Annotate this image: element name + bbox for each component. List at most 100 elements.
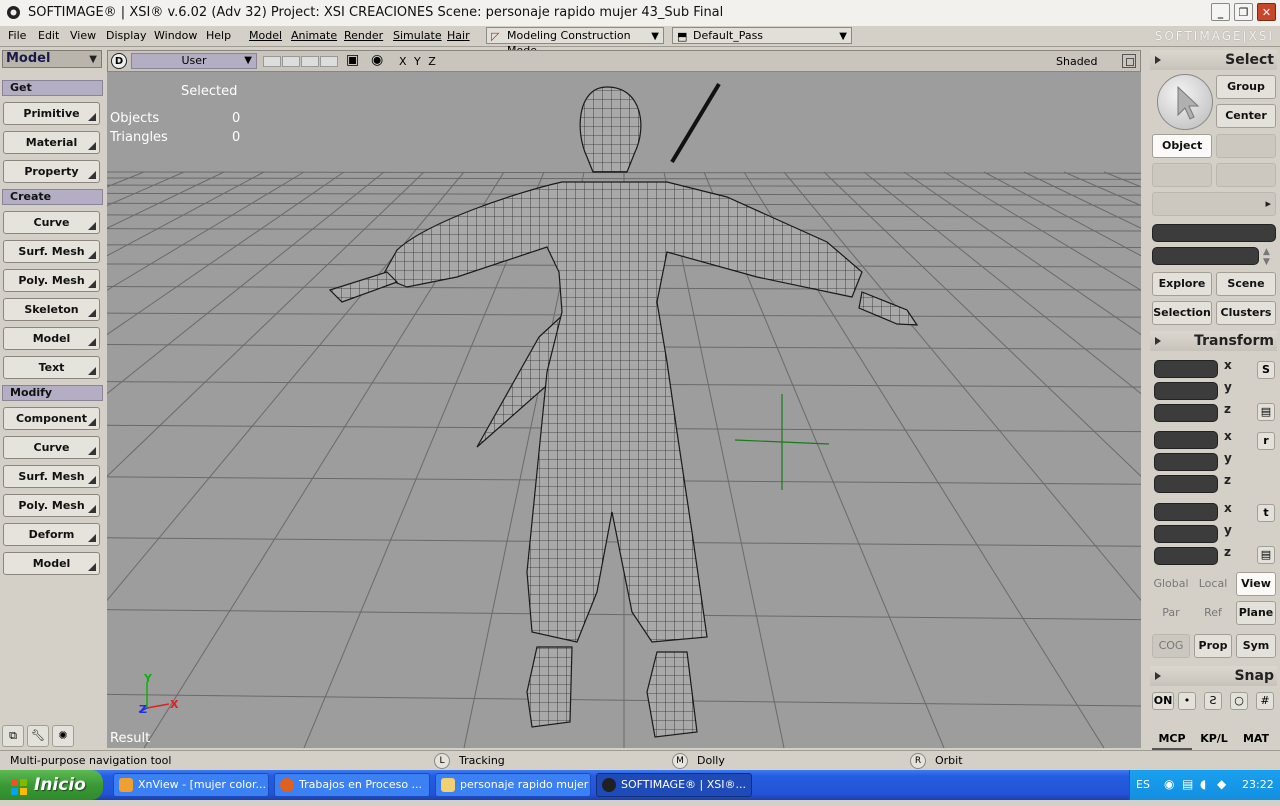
camera-dropdown[interactable]: User ▼	[131, 53, 257, 69]
snap-on-toggle[interactable]: ON	[1152, 692, 1174, 710]
select-tool-button[interactable]	[1157, 74, 1213, 130]
rotate-mode-button[interactable]: r	[1257, 432, 1275, 450]
palette-tab-button[interactable]: ⧉	[2, 725, 24, 747]
object-filter-button[interactable]: Object	[1152, 134, 1212, 158]
viewport-letter-d-button[interactable]: D	[111, 53, 127, 69]
taskbar-item-firefox[interactable]: Trabajos en Proceso ...	[274, 773, 430, 797]
close-button[interactable]: ✕	[1257, 3, 1276, 21]
security-icon[interactable]: ◆	[1217, 777, 1226, 791]
modify-surf-mesh-button[interactable]: Surf. Mesh	[3, 465, 100, 488]
translate-y-field[interactable]	[1154, 525, 1218, 543]
xyz-axis-toggle[interactable]: X Y Z	[399, 55, 438, 68]
empty-filter-button[interactable]	[1216, 163, 1276, 187]
scale-z-axis-label[interactable]: z	[1224, 402, 1231, 416]
get-property-button[interactable]: Property	[3, 160, 100, 183]
clusters-button[interactable]: Clusters	[1216, 301, 1276, 325]
selection-button[interactable]: Selection	[1152, 301, 1212, 325]
toolbar-mode-dropdown[interactable]: Model ▼	[2, 50, 102, 68]
center-button[interactable]: Center	[1216, 104, 1276, 128]
snap-surface-button[interactable]: ○	[1230, 692, 1248, 710]
scale-mode-button[interactable]: S	[1257, 361, 1275, 379]
rotate-z-axis-label[interactable]: z	[1224, 473, 1231, 487]
render-pass-dropdown[interactable]: ⬒ Default_Pass ▼	[672, 27, 852, 44]
rotate-x-axis-label[interactable]: x	[1224, 429, 1232, 443]
translate-mode-button[interactable]: t	[1257, 504, 1275, 522]
create-curve-button[interactable]: Curve	[3, 211, 100, 234]
scale-x-axis-label[interactable]: x	[1224, 358, 1232, 372]
get-material-button[interactable]: Material	[3, 131, 100, 154]
mat-tab[interactable]: MAT	[1236, 730, 1276, 748]
taskbar-item-xnview[interactable]: XnView - [mujer color...	[113, 773, 269, 797]
network-icon[interactable]: ▤	[1182, 777, 1193, 791]
kpl-tab[interactable]: KP/L	[1194, 730, 1234, 748]
menu-view[interactable]: View	[70, 29, 96, 42]
maximize-viewport-button[interactable]	[1122, 54, 1136, 68]
rotate-z-field[interactable]	[1154, 475, 1218, 493]
explore-button[interactable]: Explore	[1152, 272, 1212, 296]
spin-arrows-icon[interactable]: ▲ ▼	[1263, 247, 1270, 267]
sym-button[interactable]: Sym	[1236, 634, 1276, 658]
translate-x-field[interactable]	[1154, 503, 1218, 521]
camera-icon[interactable]: ▣	[346, 52, 359, 68]
scale-x-field[interactable]	[1154, 360, 1218, 378]
menu-hair[interactable]: Hair	[447, 29, 470, 42]
create-text-button[interactable]: Text	[3, 356, 100, 379]
volume-icon[interactable]: ◖	[1200, 777, 1206, 791]
rotate-y-axis-label[interactable]: y	[1224, 451, 1232, 465]
start-button[interactable]: Inicio	[0, 770, 103, 800]
translate-lock-button[interactable]: ▤	[1257, 546, 1275, 564]
empty-filter-button[interactable]	[1152, 163, 1212, 187]
view-button[interactable]: View	[1236, 572, 1276, 596]
snap-panel-header[interactable]: Snap	[1150, 666, 1277, 686]
create-skeleton-button[interactable]: Skeleton	[3, 298, 100, 321]
snap-curves-button[interactable]: Ƨ	[1204, 692, 1222, 710]
tray-icon[interactable]: ◉	[1164, 777, 1174, 791]
view-slot-button[interactable]	[282, 56, 300, 67]
transform-panel-header[interactable]: Transform	[1150, 331, 1277, 351]
tools-tab-button[interactable]: 🔧︎	[27, 725, 49, 747]
scale-z-field[interactable]	[1154, 404, 1218, 422]
menu-file[interactable]: File	[8, 29, 26, 42]
view-slot-button[interactable]	[301, 56, 319, 67]
view-slot-button[interactable]	[320, 56, 338, 67]
translate-x-axis-label[interactable]: x	[1224, 501, 1232, 515]
menu-window[interactable]: Window	[154, 29, 197, 42]
scene-button[interactable]: Scene	[1216, 272, 1276, 296]
rotate-y-field[interactable]	[1154, 453, 1218, 471]
empty-filter-button[interactable]	[1216, 134, 1276, 158]
par-button[interactable]: Par	[1152, 601, 1190, 625]
modify-model-button[interactable]: Model	[3, 552, 100, 575]
get-primitive-button[interactable]: Primitive	[3, 102, 100, 125]
menu-help[interactable]: Help	[206, 29, 231, 42]
selection-text-field[interactable]	[1152, 247, 1259, 265]
modify-curve-button[interactable]: Curve	[3, 436, 100, 459]
minimize-button[interactable]: _	[1211, 3, 1230, 21]
selection-name-field[interactable]	[1152, 224, 1276, 242]
title-bar[interactable]: SOFTIMAGE® | XSI® v.6.02 (Adv 32) Projec…	[0, 0, 1280, 27]
menu-simulate[interactable]: Simulate	[393, 29, 442, 42]
maximize-button[interactable]: ❐	[1234, 3, 1253, 21]
modify-poly-mesh-button[interactable]: Poly. Mesh	[3, 494, 100, 517]
scale-y-field[interactable]	[1154, 382, 1218, 400]
menu-display[interactable]: Display	[106, 29, 147, 42]
translate-y-axis-label[interactable]: y	[1224, 523, 1232, 537]
taskbar-item-folder[interactable]: personaje rapido mujer	[435, 773, 591, 797]
snap-grid-button[interactable]: #	[1256, 692, 1274, 710]
view-slot-button[interactable]	[263, 56, 281, 67]
menu-edit[interactable]: Edit	[38, 29, 59, 42]
mcp-tab[interactable]: MCP	[1152, 730, 1192, 750]
scale-lock-button[interactable]: ▤	[1257, 403, 1275, 421]
menu-render[interactable]: Render	[344, 29, 383, 42]
menu-model[interactable]: Model	[249, 29, 282, 42]
construction-mode-dropdown[interactable]: ◸ Modeling Construction Mode ▼	[486, 27, 664, 57]
modify-deform-button[interactable]: Deform	[3, 523, 100, 546]
taskbar-item-softimage[interactable]: SOFTIMAGE® | XSI®...	[596, 773, 752, 797]
translate-z-axis-label[interactable]: z	[1224, 545, 1231, 559]
rotate-x-field[interactable]	[1154, 431, 1218, 449]
plane-button[interactable]: Plane	[1236, 601, 1276, 625]
cog-button[interactable]: COG	[1152, 634, 1190, 658]
language-indicator[interactable]: ES	[1136, 778, 1150, 791]
create-poly-mesh-button[interactable]: Poly. Mesh	[3, 269, 100, 292]
paint-tab-button[interactable]: ✺	[52, 725, 74, 747]
modify-component-button[interactable]: Component	[3, 407, 100, 430]
